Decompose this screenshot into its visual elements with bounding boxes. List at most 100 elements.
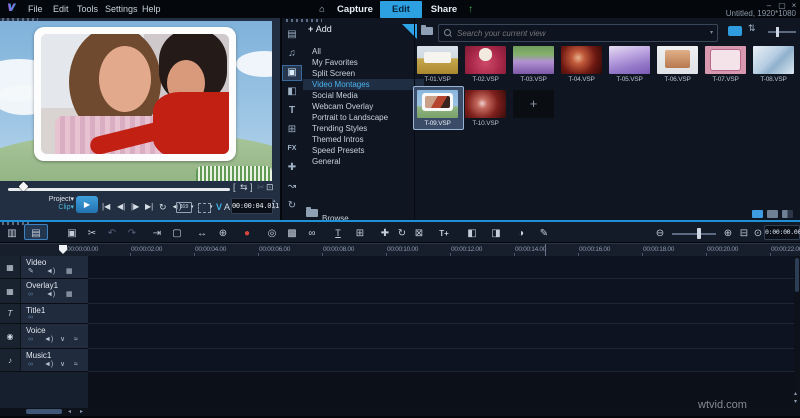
overlays-library-icon[interactable]: ⊞ xyxy=(282,122,302,138)
panel-drag-handle[interactable] xyxy=(286,19,322,22)
scroll-left-arrow[interactable]: ◂ xyxy=(68,408,71,416)
track-header-overlay1[interactable]: ▦ Overlay1 ∞ ◄) ▦ xyxy=(0,279,88,304)
repeat-button[interactable]: ↻ xyxy=(159,199,167,215)
seek-bar[interactable] xyxy=(8,188,230,191)
open-folder-icon[interactable] xyxy=(421,25,433,35)
scroll-up-arrow[interactable]: ▴ xyxy=(794,390,797,398)
clip-mode-button[interactable]: Clip▾ xyxy=(30,203,74,211)
search-box[interactable]: ▾ xyxy=(438,24,718,42)
video-track-lane[interactable] xyxy=(88,256,794,279)
template-thumbnail[interactable] xyxy=(609,46,650,74)
smart-display-icon[interactable] xyxy=(728,26,742,36)
track-collapse-icon[interactable]: ∨ xyxy=(60,360,65,370)
thumbnail-zoom-thumb[interactable] xyxy=(776,27,779,37)
go-to-end-button[interactable]: ▶| xyxy=(145,199,153,215)
trim-icon[interactable]: ⇥ xyxy=(149,226,165,241)
resize-icon[interactable]: ⊠ xyxy=(411,226,427,241)
template-item[interactable]: T-03.VSP xyxy=(513,46,554,83)
timeline-zoom-slider[interactable] xyxy=(672,233,716,235)
scroll-down-arrow[interactable]: ▾ xyxy=(794,398,797,406)
track-link-icon[interactable]: ∞ xyxy=(28,335,33,345)
titles-library-icon[interactable]: T xyxy=(282,103,302,119)
menu-tools[interactable]: Tools xyxy=(77,4,98,14)
aspect-caret-icon[interactable]: ▾ xyxy=(191,199,194,215)
menu-help[interactable]: Help xyxy=(142,4,161,14)
zoom-in-icon[interactable]: ⊕ xyxy=(720,226,736,241)
category-my-favorites[interactable]: My Favorites xyxy=(303,57,424,68)
track-collapse-icon[interactable]: ∨ xyxy=(60,335,65,345)
template-thumbnail[interactable] xyxy=(561,46,602,74)
go-to-start-button[interactable]: |◀ xyxy=(102,199,110,215)
track-header-voice[interactable]: ◉ Voice ∞ ◄) ∨ ≈ xyxy=(0,324,88,349)
templates-library-icon[interactable]: ▣ xyxy=(282,65,302,81)
multicam-icon[interactable]: ◧ xyxy=(464,226,480,241)
video-toggle[interactable]: V xyxy=(216,199,222,215)
track-header-video[interactable]: ▦ Video ✎ ◄) ▦ xyxy=(0,256,88,279)
timeline-timecode[interactable]: 0:00:00.000 xyxy=(764,225,800,240)
template-item[interactable]: T-01.VSP xyxy=(417,46,458,83)
tab-edit[interactable]: Edit xyxy=(380,1,422,18)
speed-library-icon[interactable]: ↻ xyxy=(282,198,302,214)
copy-icon[interactable]: ▣ xyxy=(64,226,80,241)
filters-library-icon[interactable]: FX xyxy=(282,141,302,157)
template-item-selected[interactable]: T-09.VSP xyxy=(417,90,458,127)
timeline-ruler[interactable]: 00:00:00.00 00:00:02.00 00:00:04.00 00:0… xyxy=(0,243,800,257)
track-mute-icon[interactable]: ◄) xyxy=(44,335,53,345)
track-mask-icon[interactable]: ▦ xyxy=(66,290,73,300)
category-webcam-overlay[interactable]: Webcam Overlay xyxy=(303,101,424,112)
add-category-button[interactable]: + Add xyxy=(308,24,332,34)
collage-icon[interactable]: ▩ xyxy=(284,226,300,241)
transform-icon[interactable]: ⊕ xyxy=(215,226,231,241)
play-button[interactable]: ▶ xyxy=(76,196,98,213)
sort-icon[interactable]: ⇅ xyxy=(748,23,756,34)
template-item[interactable]: T-08.VSP xyxy=(753,46,794,83)
effects-library-icon[interactable]: ✚ xyxy=(282,160,302,176)
search-input[interactable] xyxy=(455,26,699,40)
template-thumbnail[interactable] xyxy=(465,46,506,74)
enlarge-caret-icon[interactable]: ▾ xyxy=(210,199,213,215)
timeline-zoom-thumb[interactable] xyxy=(697,228,701,239)
previous-frame-button[interactable]: ◀| xyxy=(117,199,125,215)
scroll-right-arrow[interactable]: ▸ xyxy=(80,408,83,416)
split-clip-icon[interactable]: ✂ xyxy=(257,182,265,193)
template-thumbnail[interactable] xyxy=(417,90,458,118)
mask-creator-icon[interactable]: ◨ xyxy=(488,226,504,241)
track-link-icon[interactable]: ∞ xyxy=(28,360,33,370)
voice-track-lane[interactable] xyxy=(88,324,794,349)
storyboard-view-icon[interactable]: ▥ xyxy=(4,226,20,241)
link-icon[interactable]: ∞ xyxy=(304,226,320,241)
subtitle-icon[interactable]: T xyxy=(330,226,346,241)
info-view-icon[interactable] xyxy=(782,210,793,218)
motion-tracking-icon[interactable]: ◎ xyxy=(264,226,280,241)
preview-timecode[interactable]: 00:00:04.011 xyxy=(231,198,279,214)
track-waveform-icon[interactable]: ≈ xyxy=(74,360,78,370)
category-themed-intros[interactable]: Themed Intros xyxy=(303,134,424,145)
transitions-library-icon[interactable]: ◧ xyxy=(282,84,302,100)
track-mute-icon[interactable]: ◄) xyxy=(46,267,55,277)
menu-settings[interactable]: Settings xyxy=(105,4,138,14)
category-all[interactable]: All xyxy=(303,46,424,57)
playhead-grip[interactable] xyxy=(59,245,67,254)
record-icon[interactable]: ● xyxy=(239,226,255,241)
track-header-title1[interactable]: T Title1 ∞ xyxy=(0,304,88,324)
horizontal-scroll-thumb[interactable] xyxy=(26,409,62,414)
mark-out-bracket-icon[interactable]: ] xyxy=(250,182,253,192)
thumbnail-zoom-slider[interactable] xyxy=(768,31,796,33)
media-library-icon[interactable]: ▤ xyxy=(282,27,302,43)
redo-icon[interactable]: ↷ xyxy=(124,226,140,241)
menu-file[interactable]: File xyxy=(28,4,43,14)
music-track-lane[interactable] xyxy=(88,349,794,372)
category-portrait-to-landscape[interactable]: Portrait to Landscape xyxy=(303,112,424,123)
vertical-scroll-thumb[interactable] xyxy=(795,258,799,292)
trim-icon[interactable]: ⇆ xyxy=(240,182,248,193)
export-arrow-icon[interactable]: ↑ xyxy=(468,4,473,15)
mark-in-bracket-icon[interactable]: [ xyxy=(233,182,236,192)
timecode-spin-down[interactable]: ▾ xyxy=(273,206,276,211)
track-mute-icon[interactable]: ◄) xyxy=(44,360,53,370)
color-grading-icon[interactable]: ◑ xyxy=(513,226,529,241)
undo-icon[interactable]: ↶ xyxy=(104,226,120,241)
timecode-spin-up[interactable]: ▴ xyxy=(273,199,276,204)
tab-capture[interactable]: Capture xyxy=(332,1,378,18)
paint-icon[interactable]: ✎ xyxy=(536,226,552,241)
home-icon[interactable]: ⌂ xyxy=(314,1,330,18)
